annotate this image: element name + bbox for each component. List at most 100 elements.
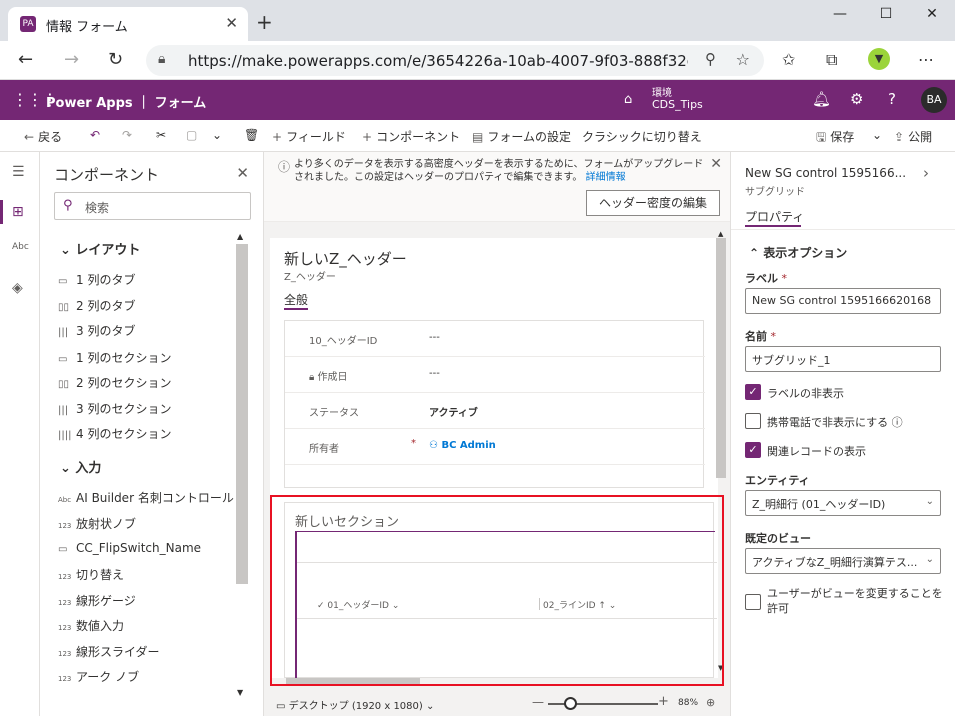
profile-extension-icon[interactable]: ▼ [868, 48, 890, 70]
field-row[interactable]: 10_ヘッダーID --- [285, 321, 705, 357]
environment-name[interactable]: CDS_Tips [652, 98, 703, 111]
canvas-vertical-scrollbar[interactable] [716, 238, 726, 478]
info-icon[interactable]: ⓘ [888, 416, 903, 429]
four-column-section-icon: |||| [58, 430, 72, 441]
zoom-out-icon[interactable]: — [532, 695, 544, 709]
switch-classic-button[interactable]: クラシックに切り替え [582, 128, 702, 145]
list-item[interactable]: 123 数値入力 [58, 617, 124, 634]
settings-gear-icon[interactable]: ⚙ [850, 90, 863, 108]
banner-close-icon[interactable]: ✕ [710, 156, 722, 172]
three-column-tab-icon: ||| [58, 327, 69, 338]
fit-to-width-icon[interactable]: ⊕ [706, 696, 715, 709]
delete-icon[interactable]: 🗑︎ [244, 128, 259, 142]
list-item[interactable]: 123 切り替え [58, 566, 124, 583]
list-item-label: 4 列のセクション [76, 427, 172, 441]
forward-arrow-icon[interactable]: → [64, 49, 79, 70]
window-close-icon[interactable]: ✕ [909, 6, 955, 22]
redo-icon[interactable]: ↷ [122, 128, 132, 142]
add-field-button[interactable]: + フィールド [272, 128, 346, 145]
control-icon: ▭ [58, 544, 68, 555]
input-group-header[interactable]: ⌄ 入力 [60, 457, 101, 476]
list-item[interactable]: ||| 3 列のタブ [58, 322, 135, 339]
add-component-button[interactable]: + コンポーネント [362, 128, 460, 145]
collections-icon[interactable]: ⧉ [826, 50, 837, 70]
name-input[interactable]: サブグリッド_1 [745, 346, 941, 372]
scroll-up-icon[interactable]: ▲ [237, 232, 243, 241]
list-item[interactable]: |||| 4 列のセクション [58, 425, 171, 442]
hide-on-phone-checkbox[interactable] [745, 413, 761, 429]
tab-close-icon[interactable]: ✕ [225, 14, 238, 32]
scroll-down-icon[interactable]: ▼ [237, 688, 243, 697]
minimize-icon[interactable]: — [817, 6, 863, 22]
panel-close-icon[interactable]: ✕ [236, 164, 249, 182]
browser-menu-icon[interactable]: ⋯ [918, 50, 934, 69]
cut-icon[interactable]: ✂ [156, 128, 166, 142]
environment-label[interactable]: 環境 [652, 84, 672, 99]
hide-label-checkbox[interactable]: ✓ [745, 384, 761, 400]
entity-select[interactable]: Z_明細行 (01_ヘッダーID) ⌄ [745, 490, 941, 516]
url-field[interactable]: 🔒︎ https://make.powerapps.com/e/3654226a… [146, 45, 764, 76]
list-item[interactable]: ▯▯ 2 列のセクション [58, 374, 171, 391]
list-item[interactable]: 123 アーク ノブ [58, 668, 139, 685]
show-related-records-checkbox[interactable]: ✓ [745, 442, 761, 458]
paste-icon[interactable]: ▢ [186, 128, 197, 142]
zoom-slider-thumb[interactable] [564, 697, 577, 710]
label-input[interactable]: New SG control 1595166620168 [745, 288, 941, 314]
back-button[interactable]: ← 戻る [24, 128, 62, 145]
tree-view-layers-icon[interactable]: ◈ [12, 280, 23, 296]
new-tab-icon[interactable]: + [256, 10, 273, 34]
learn-more-link[interactable]: 詳細情報 [586, 172, 626, 183]
device-selector[interactable]: ▭ デスクトップ (1920 x 1080) ⌄ [276, 697, 434, 712]
list-item-label: 1 列のタブ [76, 273, 136, 287]
hamburger-menu-icon[interactable]: ☰ [12, 164, 25, 180]
list-item[interactable]: Abc AI Builder 名刺コントロール [58, 489, 234, 506]
layout-group-header[interactable]: ⌄ レイアウト [60, 239, 140, 258]
refresh-icon[interactable]: ↻ [108, 49, 123, 70]
fields-icon[interactable]: Abc [12, 242, 29, 252]
app-header: ⋮⋮⋮ Power Apps ｜ フォーム ⌂ 環境 CDS_Tips 🔔︎ ⚙… [0, 80, 955, 120]
tab-properties[interactable]: プロパティ [745, 208, 804, 225]
list-item[interactable]: ||| 3 列のセクション [58, 400, 171, 417]
list-item[interactable]: ▭ 1 列のセクション [58, 349, 171, 366]
notification-bell-icon[interactable]: 🔔︎ [812, 90, 831, 108]
chevron-right-icon[interactable]: › [923, 164, 929, 182]
back-arrow-icon[interactable]: ← [18, 49, 33, 70]
zoom-magnifier-icon[interactable]: ⚲ [705, 50, 716, 68]
user-avatar[interactable]: BA [921, 87, 947, 113]
list-item[interactable]: ▭ 1 列のタブ [58, 271, 135, 288]
tab-general[interactable]: 全般 [284, 291, 308, 308]
field-row[interactable]: 🔒︎ 作成日 --- [285, 357, 705, 393]
save-button[interactable]: 🖫︎ 保存 [816, 128, 854, 149]
list-item-label: 3 列のタブ [76, 324, 136, 338]
environment-icon[interactable]: ⌂ [624, 92, 632, 107]
general-section[interactable]: 10_ヘッダーID --- 🔒︎ 作成日 --- ステータス アクティブ 所有者… [284, 320, 705, 488]
browser-tab[interactable]: PA 情報 フォーム ✕ [8, 7, 248, 41]
components-icon[interactable]: ⊞ [12, 204, 24, 220]
chevron-up-icon: ⌃ [749, 246, 764, 260]
list-item[interactable]: 123 放射状ノブ [58, 515, 136, 532]
list-item[interactable]: 123 線形スライダー [58, 643, 160, 660]
undo-icon[interactable]: ↶ [90, 128, 100, 142]
components-scrollbar[interactable] [236, 244, 248, 584]
allow-change-view-checkbox[interactable] [745, 594, 761, 610]
publish-button[interactable]: ⇪ 公開 [894, 128, 932, 145]
component-search-input[interactable]: ⚲ 検索 [54, 192, 251, 220]
form-settings-button[interactable]: ▤ フォームの設定 [472, 128, 571, 145]
field-row[interactable]: ステータス アクティブ [285, 393, 705, 429]
scroll-up-icon[interactable]: ▲ [718, 230, 723, 238]
list-item[interactable]: 123 線形ゲージ [58, 592, 136, 609]
edit-header-density-button[interactable]: ヘッダー密度の編集 [586, 190, 720, 216]
maximize-icon[interactable]: ☐ [863, 6, 909, 22]
list-item[interactable]: ▭ CC_FlipSwitch_Name [58, 541, 201, 555]
field-value[interactable]: ⚇ BC Admin [429, 440, 496, 451]
favorites-list-icon[interactable]: ✩ [782, 50, 795, 69]
list-item[interactable]: ▯▯ 2 列のタブ [58, 297, 135, 314]
field-row[interactable]: 所有者 * ⚇ BC Admin [285, 429, 705, 465]
display-options-header[interactable]: ⌃ 表示オプション [749, 244, 847, 261]
default-view-select[interactable]: アクティブなZ_明細行演算テス... ⌄ [745, 548, 941, 574]
paste-dropdown-chevron-icon[interactable]: ⌄ [212, 128, 222, 142]
favorite-star-icon[interactable]: ☆ [736, 50, 750, 69]
zoom-in-icon[interactable]: + [658, 694, 669, 709]
help-icon[interactable]: ? [888, 90, 896, 108]
save-dropdown-chevron-icon[interactable]: ⌄ [872, 128, 882, 142]
